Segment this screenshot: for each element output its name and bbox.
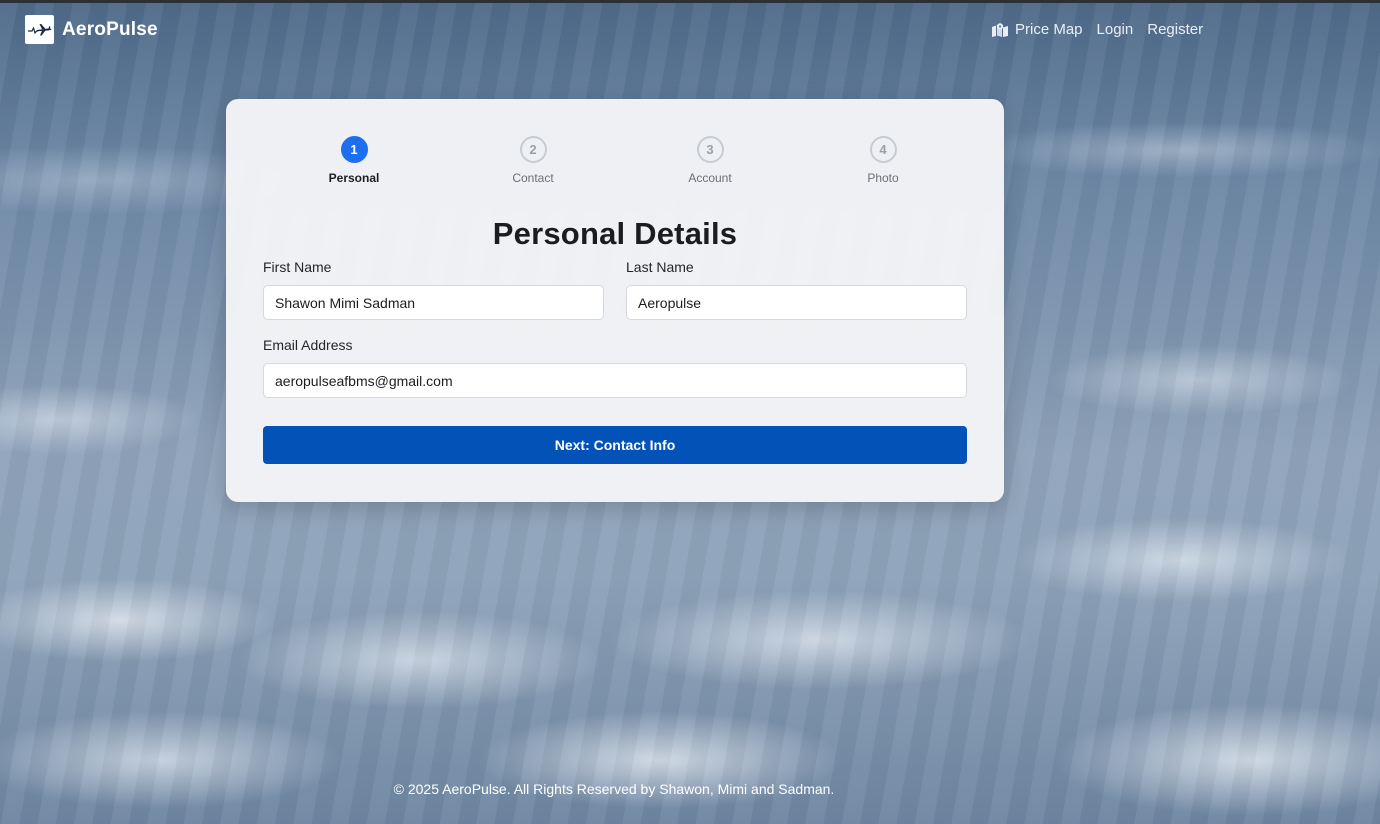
map-icon	[991, 22, 1009, 37]
brand-name: AeroPulse	[62, 18, 158, 40]
airplane-pulse-icon	[25, 15, 54, 44]
step-label: Contact	[512, 171, 554, 185]
step-label: Account	[688, 171, 732, 185]
first-name-label: First Name	[263, 259, 332, 275]
navbar: AeroPulse Price Map Login Register	[0, 0, 1380, 60]
step-photo[interactable]: 4 Photo	[833, 136, 933, 185]
nav-links: Price Map Login Register	[991, 21, 1203, 38]
footer-copyright: © 2025 AeroPulse. All Rights Reserved by…	[393, 781, 835, 797]
step-number-circle: 2	[519, 136, 547, 163]
step-personal[interactable]: 1 Personal	[304, 136, 404, 185]
brand-link[interactable]: AeroPulse	[25, 15, 158, 44]
form-title: Personal Details	[492, 216, 738, 251]
step-label: Personal	[328, 171, 380, 185]
step-account[interactable]: 3 Account	[660, 136, 760, 185]
step-contact[interactable]: 2 Contact	[483, 136, 583, 185]
step-number-circle: 1	[340, 136, 368, 163]
nav-register-link[interactable]: Register	[1147, 21, 1203, 38]
nav-login-link[interactable]: Login	[1097, 21, 1134, 38]
email-label: Email Address	[263, 337, 353, 353]
step-number-circle: 4	[869, 136, 897, 163]
progress-stepper: 1 Personal 2 Contact 3 Account 4 Photo	[226, 99, 1004, 199]
step-label: Photo	[867, 171, 899, 185]
registration-card: 1 Personal 2 Contact 3 Account 4 Photo P…	[226, 99, 1004, 502]
next-contact-info-button[interactable]: Next: Contact Info	[263, 426, 967, 464]
nav-price-map-link[interactable]: Price Map	[991, 21, 1083, 38]
nav-price-map-label: Price Map	[1015, 21, 1083, 38]
last-name-input[interactable]	[626, 285, 967, 320]
email-input[interactable]	[263, 363, 967, 398]
step-number-circle: 3	[696, 136, 724, 163]
last-name-label: Last Name	[626, 259, 694, 275]
first-name-input[interactable]	[263, 285, 604, 320]
